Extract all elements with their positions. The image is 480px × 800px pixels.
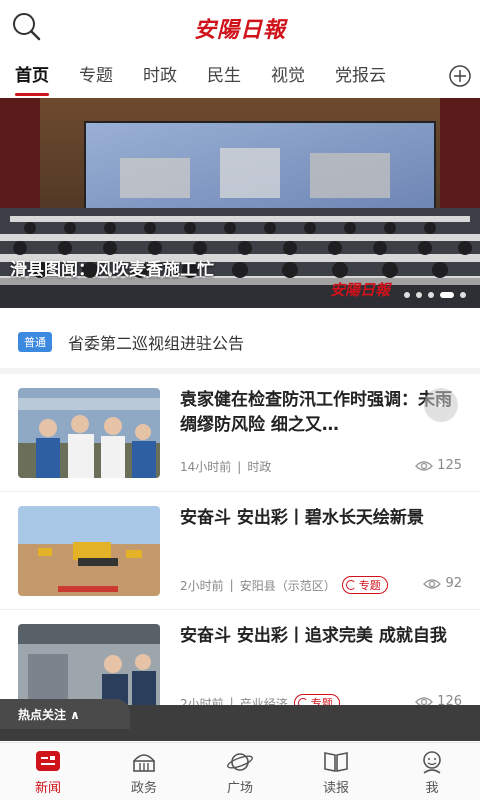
nav-label: 我	[425, 781, 439, 796]
news-time: 14小时前	[180, 460, 232, 474]
hot-topics-toggle[interactable]: 热点关注 ∧	[0, 699, 130, 729]
nav-label: 读报	[322, 781, 349, 796]
news-thumbnail	[18, 506, 160, 596]
news-title[interactable]: 袁家健在检查防汛工作时强调：未雨绸缪防风险 细之又…	[180, 388, 460, 438]
carousel-dot[interactable]	[404, 292, 410, 298]
tab-visual[interactable]: 视觉	[256, 54, 320, 98]
topic-tag-icon	[345, 580, 356, 590]
government-icon	[133, 754, 155, 772]
newspaper-icon	[324, 752, 348, 772]
nav-read-paper[interactable]: 读报	[288, 743, 384, 800]
tab-livelihood[interactable]: 民生	[192, 54, 256, 98]
meta-divider: |	[229, 578, 234, 592]
nav-news[interactable]: 新闻	[0, 743, 96, 800]
tab-topics[interactable]: 专题	[64, 54, 128, 98]
carousel-dot[interactable]	[460, 292, 466, 298]
user-icon	[423, 751, 441, 774]
news-title[interactable]: 安奋斗 安出彩丨追求完美 成就自我	[180, 624, 460, 649]
tab-politics[interactable]: 时政	[128, 54, 192, 98]
news-meta: 14小时前 | 时政	[180, 458, 271, 475]
app-logo: 安陽日報	[193, 17, 286, 43]
nav-government[interactable]: 政务	[96, 743, 192, 800]
news-source: 安阳县（示范区）	[239, 578, 336, 593]
news-source: 时政	[247, 460, 272, 474]
chevron-right-icon[interactable]: ›	[424, 388, 458, 422]
news-item[interactable]: 安奋斗 安出彩丨碧水长天绘新景 2小时前 | 安阳县（示范区） 专题 92	[0, 492, 480, 610]
notice-badge: 普通	[18, 332, 52, 352]
view-count: 92	[423, 576, 462, 591]
banner-carousel[interactable]: 滑县图闻：风吹麦香施工忙 安陽日報	[0, 98, 480, 308]
nav-square[interactable]: 广场	[192, 743, 288, 800]
nav-label: 广场	[226, 781, 253, 796]
carousel-indicator	[404, 292, 466, 298]
news-title[interactable]: 安奋斗 安出彩丨碧水长天绘新景	[180, 506, 460, 531]
news-icon	[36, 751, 60, 771]
add-channel-icon[interactable]	[448, 64, 472, 88]
banner-watermark: 安陽日報	[329, 281, 390, 299]
carousel-dot-active[interactable]	[440, 292, 454, 298]
view-count-value: 125	[437, 458, 462, 473]
view-count: 125	[415, 458, 462, 473]
topic-tag[interactable]: 专题	[341, 576, 388, 594]
nav-me[interactable]: 我	[384, 743, 480, 800]
planet-icon	[227, 753, 253, 771]
channel-tabs: 首页 专题 时政 民生 视觉 党报云	[0, 54, 480, 98]
carousel-dot[interactable]	[416, 292, 422, 298]
tab-party-cloud[interactable]: 党报云	[320, 54, 401, 98]
nav-label: 政务	[130, 781, 157, 796]
notice-text[interactable]: 省委第二巡视组进驻公告	[68, 330, 244, 354]
app-header: 安陽日報	[0, 0, 480, 54]
tab-home[interactable]: 首页	[0, 54, 64, 98]
bottom-nav: 新闻 政务 广场 读报 我	[0, 742, 480, 800]
news-time: 2小时前	[180, 578, 224, 593]
topic-tag-label: 专题	[358, 579, 381, 592]
banner-caption[interactable]: 滑县图闻：风吹麦香施工忙	[10, 255, 214, 280]
hot-topics-bar[interactable]: 热点关注 ∧	[0, 699, 480, 741]
eye-icon	[415, 460, 434, 471]
news-meta: 2小时前 | 安阳县（示范区） 专题	[180, 576, 388, 594]
notice-bar[interactable]: 普通 省委第二巡视组进驻公告	[0, 318, 480, 366]
view-count-value: 92	[445, 576, 462, 591]
eye-icon	[423, 578, 442, 589]
meta-divider: |	[237, 459, 242, 474]
news-item[interactable]: 袁家健在检查防汛工作时强调：未雨绸缪防风险 细之又… 14小时前 | 时政 12…	[0, 374, 480, 492]
news-thumbnail	[18, 388, 160, 478]
nav-label: 新闻	[34, 781, 61, 796]
carousel-dot[interactable]	[428, 292, 434, 298]
